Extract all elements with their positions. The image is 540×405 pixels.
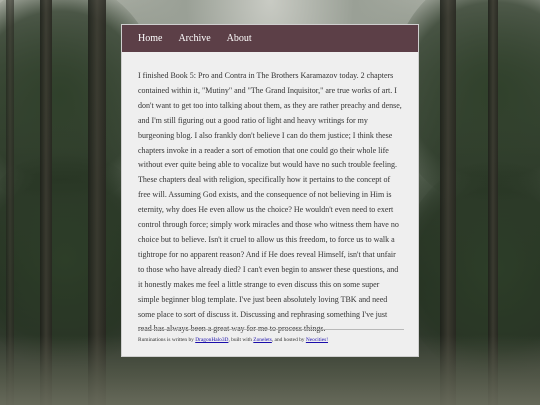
blog-container: Home Archive About I finished Book 5: Pr… bbox=[121, 24, 419, 357]
nav-link-about[interactable]: About bbox=[227, 33, 252, 44]
nav-link-archive[interactable]: Archive bbox=[178, 33, 210, 44]
footer-middle-2: , and hosted by bbox=[271, 337, 306, 343]
post-content: I finished Book 5: Pro and Contra in The… bbox=[122, 52, 418, 337]
footer-author-link[interactable]: DragonHalo3D bbox=[195, 337, 228, 343]
footer-prefix: Ruminations is written by bbox=[138, 337, 196, 343]
footer-builder-link[interactable]: Zonelets bbox=[253, 337, 272, 343]
top-navigation: Home Archive About bbox=[122, 25, 418, 52]
footer-divider bbox=[138, 329, 404, 330]
footer-host-link[interactable]: Neocities! bbox=[306, 337, 328, 343]
post-body: I finished Book 5: Pro and Contra in The… bbox=[138, 71, 402, 334]
footer-middle-1: , built with bbox=[228, 337, 254, 343]
nav-link-home[interactable]: Home bbox=[138, 33, 162, 44]
site-footer: Ruminations is written by DragonHalo3D, … bbox=[138, 337, 328, 343]
